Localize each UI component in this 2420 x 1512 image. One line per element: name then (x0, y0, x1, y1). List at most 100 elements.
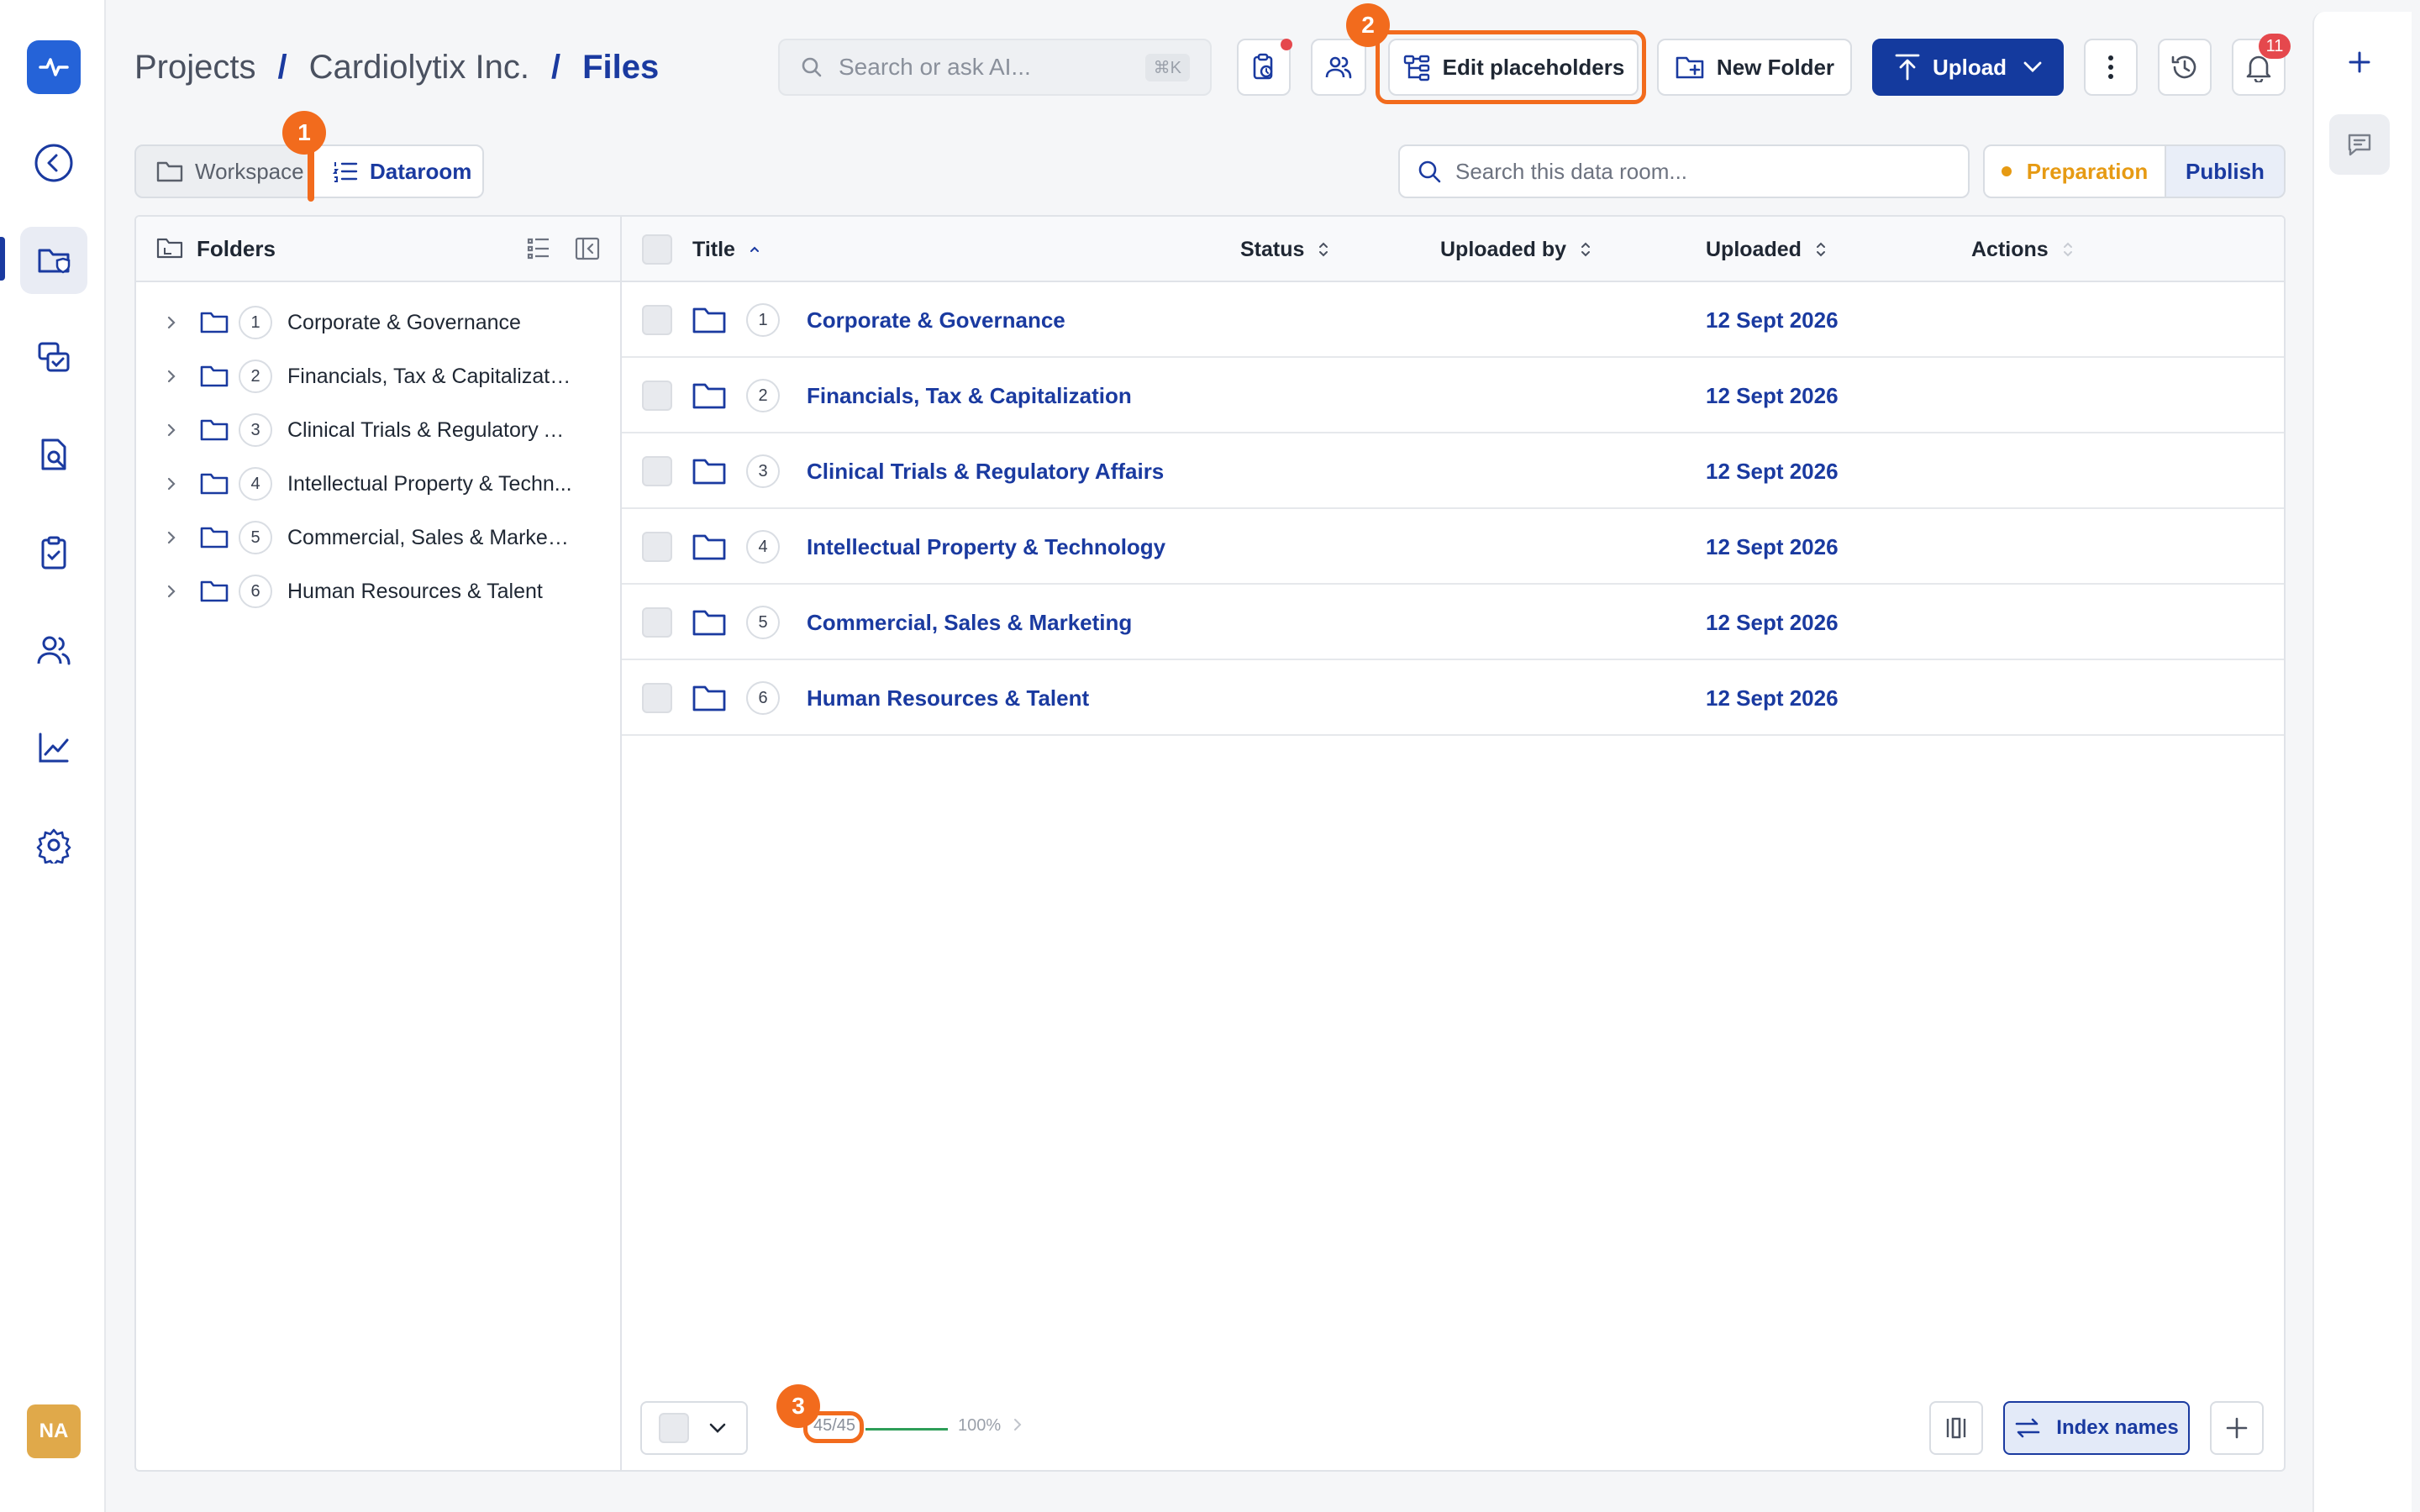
upload-button[interactable]: Upload (1872, 39, 2064, 96)
column-status[interactable]: Status (1240, 217, 1329, 282)
folder-tree-item[interactable]: 5 Commercial, Sales & Marketi... (136, 511, 620, 564)
column-actions-label: Actions (1971, 237, 2049, 261)
history-icon (2170, 52, 2200, 82)
folder-list: 1 Corporate & Governance 2 Financials, T… (136, 282, 620, 618)
hierarchy-icon (1402, 53, 1431, 81)
comment-icon[interactable] (2329, 114, 2390, 175)
table-row[interactable]: 2 Financials, Tax & Capitalization 12 Se… (622, 358, 2284, 433)
table-row[interactable]: 3 Clinical Trials & Regulatory Affairs 1… (622, 433, 2284, 509)
folder-tree-label: Clinical Trials & Regulatory A... (287, 417, 573, 442)
active-indicator (0, 237, 5, 281)
users-icon[interactable] (20, 617, 87, 684)
members-button[interactable] (1311, 39, 1366, 96)
folder-icon (200, 365, 229, 388)
breadcrumb-projects[interactable]: Projects (134, 49, 256, 87)
new-folder-button[interactable]: New Folder (1657, 39, 1852, 96)
folder-tree-item[interactable]: 4 Intellectual Property & Techn... (136, 457, 620, 511)
tree-view-icon[interactable] (526, 236, 551, 261)
dataroom-panel: Folders 1 Corporate & Governance 2 Finan… (134, 215, 2286, 1472)
index-names-button[interactable]: Index names (2003, 1401, 2190, 1455)
more-options-button[interactable] (2084, 39, 2138, 96)
folder-tree-item[interactable]: 6 Human Resources & Talent (136, 564, 620, 618)
select-all-checkbox[interactable] (642, 217, 672, 282)
sort-ascending-icon (749, 244, 760, 255)
row-checkbox[interactable] (642, 683, 672, 713)
folder-icon (200, 418, 229, 442)
qa-checklist-icon[interactable] (20, 324, 87, 391)
index-number: 6 (746, 681, 780, 715)
folders-header: Folders (136, 217, 620, 282)
chevron-right-icon[interactable] (1013, 1418, 1022, 1431)
folder-title-link[interactable]: Clinical Trials & Regulatory Affairs (807, 433, 1164, 509)
swap-arrows-icon (2014, 1416, 2041, 1440)
users-icon (1324, 53, 1353, 81)
folder-tree-item[interactable]: 1 Corporate & Governance (136, 296, 620, 349)
upload-label: Upload (1932, 54, 2007, 80)
sort-icon (1580, 240, 1591, 259)
document-search-icon[interactable] (20, 422, 87, 489)
row-checkbox[interactable] (642, 532, 672, 562)
avatar[interactable]: NA (27, 1404, 81, 1458)
row-checkbox[interactable] (642, 305, 672, 335)
folder-tree-item[interactable]: 2 Financials, Tax & Capitalization (136, 349, 620, 403)
folder-title-link[interactable]: Financials, Tax & Capitalization (807, 358, 1132, 433)
search-icon (800, 55, 823, 79)
tab-dataroom-label: Dataroom (370, 158, 472, 184)
dataroom-files-icon[interactable] (20, 227, 87, 294)
add-button[interactable] (2210, 1401, 2264, 1455)
table-row[interactable]: 6 Human Resources & Talent 12 Sept 2026 (622, 660, 2284, 736)
folders-title: Folders (197, 235, 276, 261)
sort-icon (1318, 240, 1329, 259)
row-checkbox[interactable] (642, 381, 672, 411)
chevron-right-icon[interactable] (161, 315, 182, 330)
plus-icon[interactable] (2329, 32, 2390, 92)
clipboard-icon[interactable] (20, 519, 87, 586)
nav-rail: NA (0, 0, 106, 1512)
chevron-right-icon[interactable] (161, 584, 182, 599)
plus-icon (2225, 1416, 2249, 1440)
columns-button[interactable] (1929, 1401, 1983, 1455)
publish-toggle[interactable]: Publish (2166, 144, 2286, 198)
settings-icon[interactable] (20, 811, 87, 879)
folder-title-link[interactable]: Commercial, Sales & Marketing (807, 585, 1132, 660)
history-button[interactable] (2158, 39, 2212, 96)
step-2-badge: 2 (1346, 3, 1390, 47)
table-row[interactable]: 4 Intellectual Property & Technology 12 … (622, 509, 2284, 585)
table-row[interactable]: 5 Commercial, Sales & Marketing 12 Sept … (622, 585, 2284, 660)
bulk-select-dropdown[interactable] (640, 1401, 748, 1455)
uploaded-date: 12 Sept 2026 (1706, 458, 1839, 484)
breadcrumb-company[interactable]: Cardiolytix Inc. (309, 49, 529, 87)
chevron-right-icon[interactable] (161, 530, 182, 545)
bulk-select-checkbox[interactable] (659, 1413, 689, 1443)
tab-dataroom[interactable]: Dataroom (311, 144, 484, 198)
analytics-icon[interactable] (20, 714, 87, 781)
folder-title-link[interactable]: Corporate & Governance (807, 282, 1065, 358)
heartbeat-icon[interactable] (27, 40, 81, 94)
global-search-input[interactable]: Search or ask AI... ⌘K (778, 39, 1212, 96)
preparation-label: Preparation (2026, 158, 2149, 184)
column-uploaded[interactable]: Uploaded (1706, 217, 1827, 282)
row-checkbox[interactable] (642, 607, 672, 638)
uploaded-date: 12 Sept 2026 (1706, 685, 1839, 711)
chevron-right-icon[interactable] (161, 476, 182, 491)
dataroom-search-input[interactable]: Search this data room... (1398, 144, 1970, 198)
folder-tree-item[interactable]: 3 Clinical Trials & Regulatory A... (136, 403, 620, 457)
chevron-right-icon[interactable] (161, 369, 182, 384)
row-checkbox[interactable] (642, 456, 672, 486)
column-title[interactable]: Title (692, 217, 760, 282)
edit-placeholders-button[interactable]: Edit placeholders (1388, 39, 1639, 96)
tasks-button[interactable] (1237, 39, 1292, 96)
chevron-right-icon[interactable] (161, 423, 182, 438)
table-header: Title Status Uploaded by Uploaded Action… (622, 217, 2284, 282)
table-row[interactable]: 1 Corporate & Governance 12 Sept 2026 (622, 282, 2284, 358)
page-title: Files (582, 48, 660, 86)
progress-percent: 100% (958, 1416, 1002, 1435)
back-icon[interactable] (20, 129, 87, 197)
folder-title-link[interactable]: Intellectual Property & Technology (807, 509, 1165, 585)
column-uploaded-by[interactable]: Uploaded by (1440, 217, 1591, 282)
uploaded-date: 12 Sept 2026 (1706, 609, 1839, 635)
collapse-panel-icon[interactable] (575, 236, 600, 261)
folder-title-link[interactable]: Human Resources & Talent (807, 660, 1089, 736)
preparation-toggle[interactable]: Preparation (1983, 144, 2166, 198)
tab-workspace[interactable]: Workspace (134, 144, 313, 198)
